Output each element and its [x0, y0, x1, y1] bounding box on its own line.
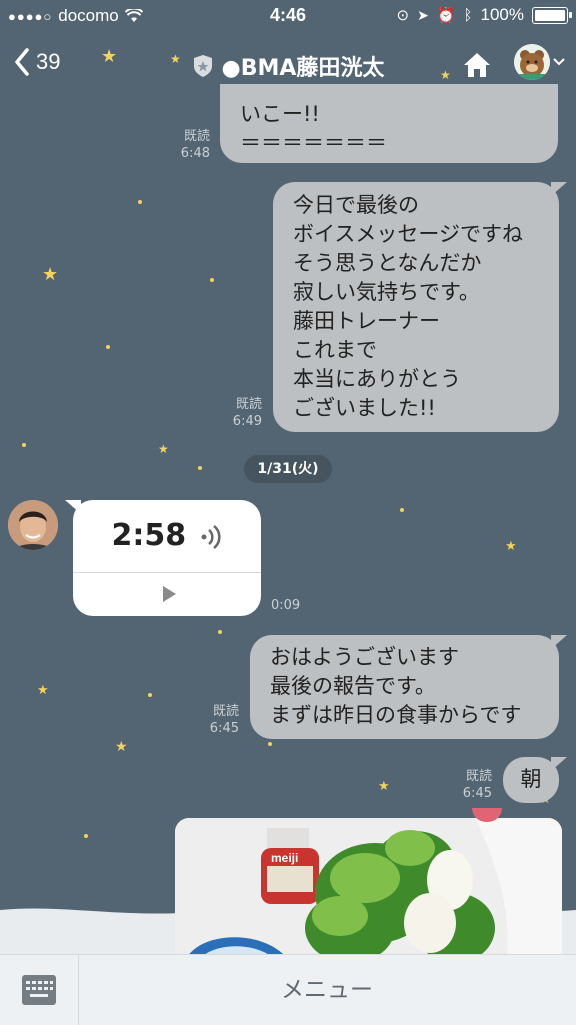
- audio-waves-icon: [201, 524, 221, 549]
- message-line: ボイスメッセージですね: [293, 222, 523, 246]
- star-dot: [400, 508, 404, 512]
- friend-avatar-button[interactable]: [514, 44, 565, 80]
- star-decoration: ★: [158, 442, 169, 456]
- star-decoration: ★: [37, 683, 49, 698]
- status-bar: ●●●●○ docomo 4:46 ⊙ ➤ ⏰ ᛒ 100%: [0, 0, 576, 32]
- voice-divider: [73, 572, 261, 573]
- message-line: いこー!!: [240, 102, 320, 126]
- bottom-bar: メニュー: [0, 954, 576, 1025]
- read-receipt: 既読: [465, 769, 492, 784]
- message-meta: 既読 6:45: [189, 703, 239, 737]
- star-dot: [268, 742, 272, 746]
- star-dot: [84, 834, 88, 838]
- sender-avatar-photo: [8, 500, 58, 550]
- meal-photo: meiji: [175, 818, 562, 968]
- battery-icon: [532, 6, 572, 24]
- message-line: ございました!!: [293, 396, 436, 420]
- message-line: そう思うとなんだか: [293, 251, 482, 275]
- star-dot: [22, 443, 26, 447]
- message-line: おはようございます: [270, 645, 459, 669]
- star-decoration: ★: [115, 739, 128, 755]
- message-time: 6:49: [232, 414, 262, 429]
- read-receipt: 既読: [212, 704, 239, 719]
- message-line: 朝: [520, 767, 542, 791]
- official-account-shield-icon: [193, 55, 212, 77]
- date-divider: 1/31(火): [244, 455, 332, 483]
- message-time: 0:09: [271, 598, 301, 613]
- chat-title: ●BMA藤田洸太: [221, 56, 385, 81]
- message-line: ＝＝＝＝＝＝＝: [240, 131, 387, 155]
- message-line: 本当にありがとう: [293, 367, 461, 391]
- message-bubble-sent[interactable]: おはようございます 最後の報告です。 まずは昨日の食事からです: [250, 635, 567, 739]
- message-meta: 既読 6:45: [442, 768, 492, 802]
- location-icon: ➤: [417, 6, 429, 23]
- star-dot: [218, 630, 222, 634]
- message-line: まずは昨日の食事からです: [270, 703, 522, 727]
- message-line: 藤田トレーナー: [293, 309, 440, 333]
- star-dot: [148, 693, 152, 697]
- message-bubble-sent[interactable]: いこー!! ＝＝＝＝＝＝＝: [220, 84, 558, 163]
- message-meta: 既読 6:49: [212, 396, 262, 430]
- message-time: 6:48: [180, 146, 210, 161]
- keyboard-toggle-button[interactable]: [0, 955, 79, 1025]
- chevron-down-icon: [553, 58, 565, 66]
- photo-message[interactable]: meiji: [175, 818, 562, 968]
- message-bubble-sent[interactable]: 朝: [503, 757, 567, 803]
- message-line: これまで: [293, 338, 377, 362]
- voice-duration-text: 2:58: [111, 518, 187, 553]
- keyboard-icon: [22, 975, 56, 1005]
- star-decoration: ★: [42, 264, 59, 285]
- sender-avatar[interactable]: [8, 500, 58, 550]
- message-time: 6:45: [209, 721, 239, 736]
- chat-title-group[interactable]: ●BMA藤田洸太: [192, 50, 385, 82]
- message-line: 寂しい気持ちです。: [293, 280, 480, 304]
- star-dot: [198, 466, 202, 470]
- friend-avatar: [514, 44, 550, 80]
- menu-button[interactable]: メニュー: [78, 955, 576, 1025]
- rotation-lock-icon: ⊙: [396, 7, 410, 24]
- bluetooth-icon: ᛒ: [463, 6, 473, 24]
- star-dot: [138, 200, 142, 204]
- brown-bear-avatar-icon: [514, 44, 550, 80]
- read-receipt: 既読: [235, 397, 262, 412]
- star-dot: [106, 345, 110, 349]
- star-decoration: ★: [378, 779, 390, 794]
- message-line: 今日で最後の: [293, 193, 419, 217]
- play-icon[interactable]: [161, 585, 177, 603]
- star-decoration: ★: [505, 539, 517, 554]
- battery-percent: 100%: [480, 5, 524, 24]
- bottle-label: meiji: [271, 851, 298, 865]
- read-receipt: 既読: [183, 129, 210, 144]
- home-icon[interactable]: [462, 50, 492, 80]
- star-dot: [210, 278, 214, 282]
- voice-duration: 2:58: [73, 518, 261, 553]
- message-bubble-sent[interactable]: 今日で最後の ボイスメッセージですね そう思うとなんだか 寂しい気持ちです。 藤…: [273, 182, 567, 432]
- message-meta: 既読 6:48: [160, 128, 210, 162]
- message-time: 6:45: [462, 786, 492, 801]
- alarm-icon: ⏰: [436, 7, 456, 24]
- voice-message-bubble[interactable]: 2:58: [65, 500, 261, 616]
- message-line: 最後の報告です。: [270, 674, 436, 698]
